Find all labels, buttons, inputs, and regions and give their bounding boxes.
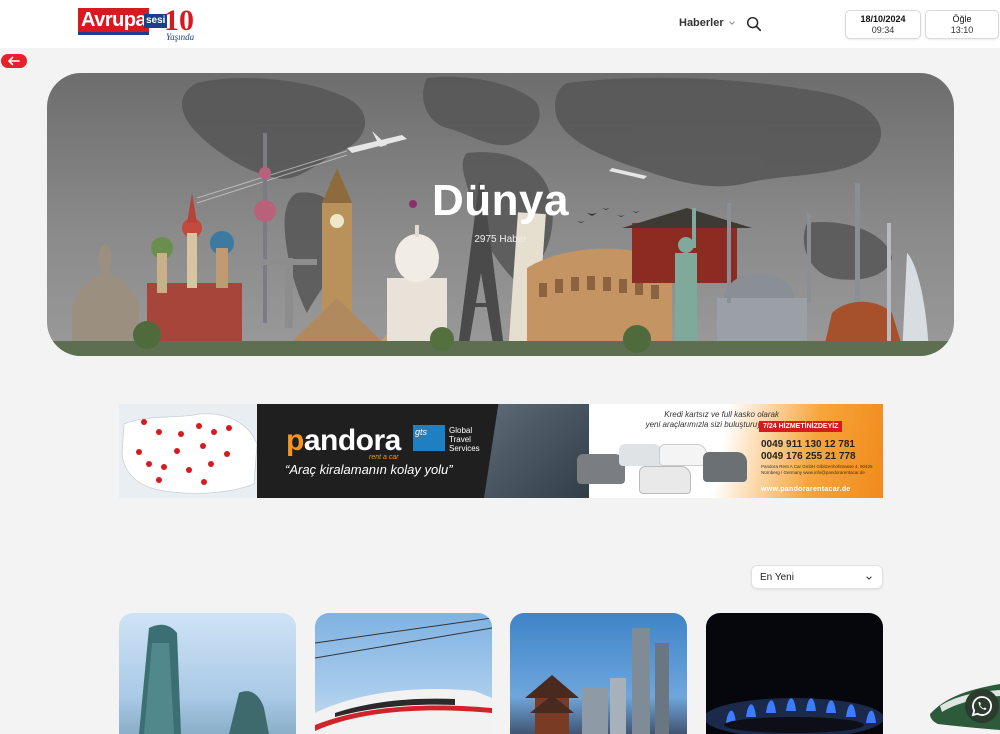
ad-service-badge: 7/24 HİZMETİNİZDEYİZ	[759, 421, 843, 432]
ad-offer-text: Kredi kartsız ve full kasko olarak yeni …	[645, 410, 779, 429]
news-card[interactable]	[510, 613, 687, 734]
ad-address: Pandora Rent A Car GmbH Gibitzenhofstras…	[761, 464, 873, 475]
ad-map-graphic	[119, 404, 259, 498]
site-logo[interactable]: Avrupa sesi 10 Yaşında	[78, 4, 195, 42]
logo-brand: Avrupa	[78, 8, 150, 35]
chevron-down-icon	[728, 21, 735, 25]
prayer-name: Öğle	[952, 14, 972, 24]
ad-phone-1: 0049 911 130 12 781	[761, 439, 855, 450]
ad-brand-logo: pandora	[286, 424, 401, 457]
logo-anniversary-word: Yaşında	[166, 32, 195, 42]
gts-text: Global Travel Services	[449, 426, 480, 453]
category-hero: Dünya 2975 Haber	[47, 73, 954, 356]
ad-brand-sub: rent a car	[369, 454, 399, 461]
whatsapp-icon	[971, 696, 992, 717]
news-card-image	[525, 628, 669, 734]
car-image	[703, 452, 747, 482]
news-card[interactable]	[706, 613, 883, 734]
news-card[interactable]	[119, 613, 296, 734]
prayer-time: 13:10	[950, 25, 974, 35]
chevron-down-icon	[866, 576, 872, 580]
car-image	[577, 454, 625, 484]
car-image	[619, 444, 663, 466]
ad-slogan: “Araç kiralamanın kolay yolu”	[285, 462, 453, 477]
ad-phone-2: 0049 176 255 21 778	[761, 451, 856, 462]
nav-news-menu[interactable]: Haberler	[679, 17, 736, 29]
car-image	[659, 444, 707, 466]
gts-logo: gts	[413, 425, 445, 451]
map-pins-icon	[121, 413, 258, 494]
sort-select[interactable]: En Yeni	[751, 565, 883, 589]
current-time: 09:34	[871, 25, 895, 35]
ad-website: www.pandorarentacar.de	[761, 486, 851, 493]
car-image	[639, 466, 691, 494]
whatsapp-button[interactable]	[965, 689, 999, 723]
search-icon[interactable]	[745, 15, 763, 33]
news-card-image	[706, 698, 883, 734]
prayer-time-widget[interactable]: Öğle 13:10	[925, 10, 999, 39]
category-title: Dünya	[432, 176, 569, 225]
sort-selected-value: En Yeni	[760, 572, 794, 583]
nav-news-label: Haberler	[679, 17, 724, 29]
arrow-left-icon	[8, 56, 20, 66]
date-time-widget: 18/10/2024 09:34	[845, 10, 921, 39]
news-card-image	[139, 624, 269, 734]
current-date: 18/10/2024	[860, 14, 906, 24]
news-count: 2975 Haber	[474, 234, 527, 245]
back-button[interactable]	[1, 54, 27, 68]
site-header: Avrupa sesi 10 Yaşında Haberler 18/10/20…	[0, 0, 1000, 48]
advertisement-banner[interactable]: pandora rent a car gts Global Travel Ser…	[119, 404, 883, 498]
news-card-image	[315, 617, 492, 734]
news-card[interactable]	[315, 613, 492, 734]
